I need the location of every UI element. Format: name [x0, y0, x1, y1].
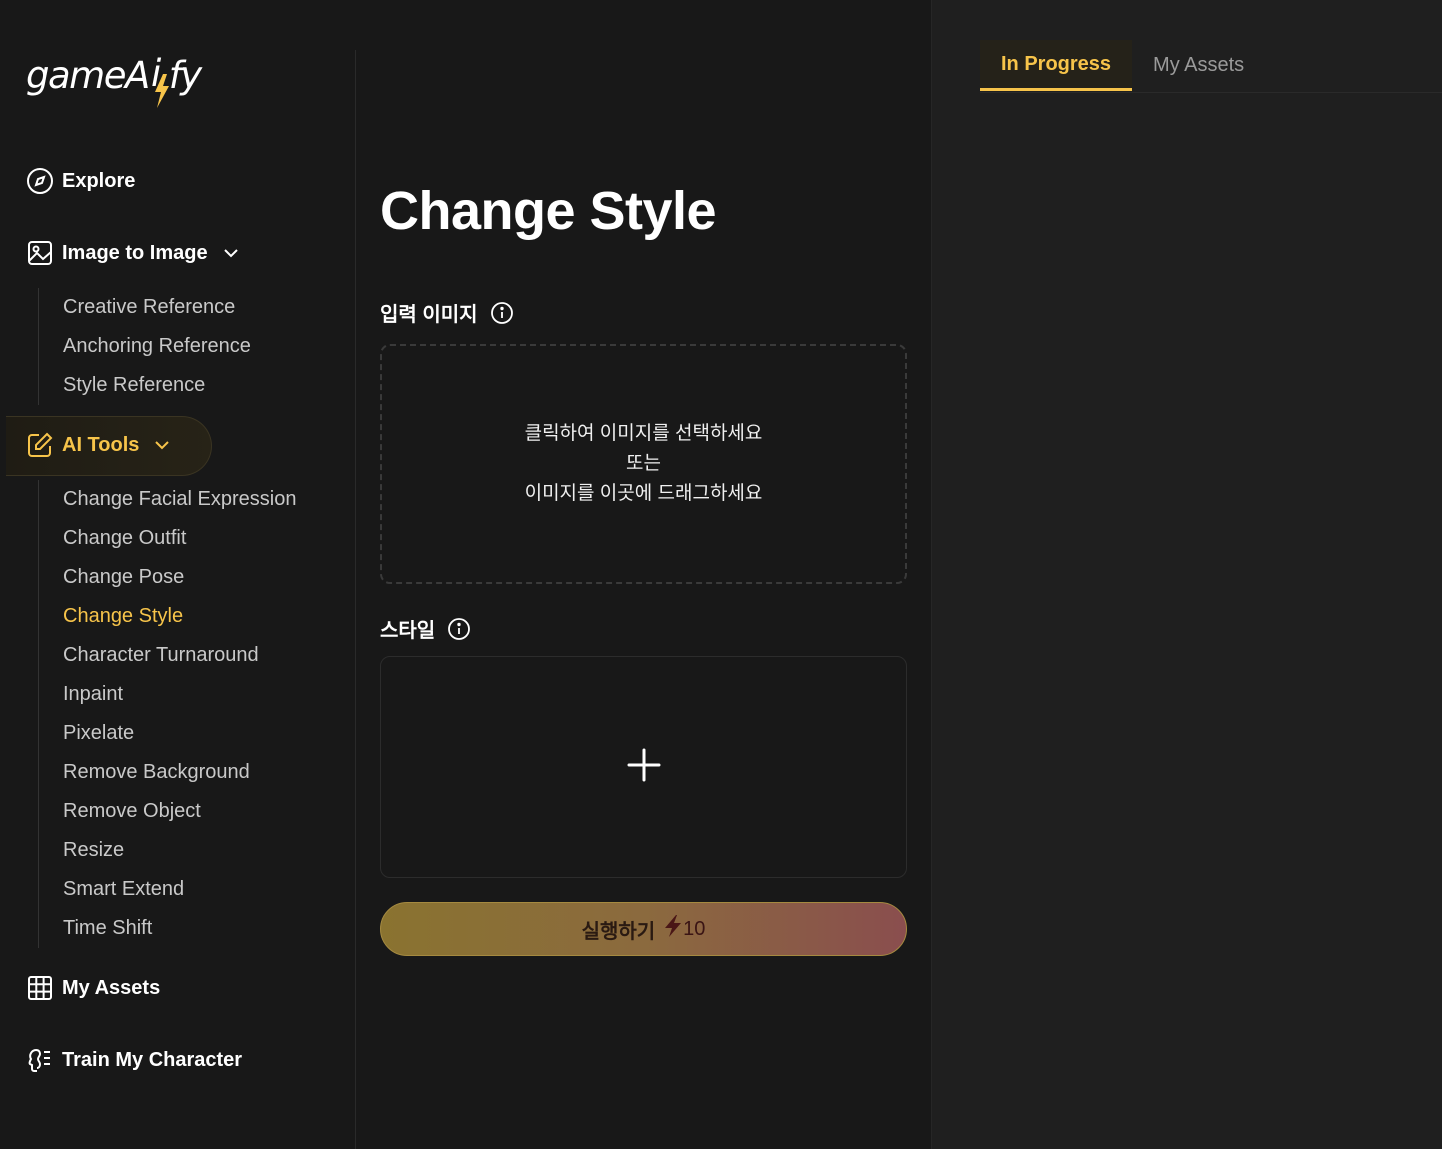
plus-icon: [626, 747, 662, 788]
grid-icon: [26, 974, 54, 1002]
info-icon[interactable]: [447, 617, 471, 641]
subnav-time-shift[interactable]: Time Shift: [39, 909, 296, 948]
credit-cost: 10: [663, 914, 705, 944]
image-dropzone[interactable]: 클릭하여 이미지를 선택하세요 또는 이미지를 이곳에 드래그하세요: [380, 344, 907, 584]
subnav-smart-extend[interactable]: Smart Extend: [39, 870, 296, 909]
nav-my-assets[interactable]: My Assets: [26, 974, 160, 1002]
subnav-inpaint[interactable]: Inpaint: [39, 675, 296, 714]
style-label: 스타일: [380, 620, 436, 642]
nav-image-to-image-label: Image to Image: [62, 241, 208, 264]
subnav-pixelate[interactable]: Pixelate: [39, 714, 296, 753]
right-panel-tabs: In Progress My Assets: [980, 40, 1265, 91]
right-panel: In Progress My Assets: [931, 0, 1442, 1149]
subnav-remove-background[interactable]: Remove Background: [39, 753, 296, 792]
dropzone-line-2: 또는: [626, 453, 661, 474]
logo-bolt-icon: i: [149, 50, 169, 115]
info-icon[interactable]: [490, 301, 514, 325]
tab-in-progress[interactable]: In Progress: [980, 40, 1133, 91]
image-to-image-subnav: Creative Reference Anchoring Reference S…: [38, 288, 251, 405]
character-icon: [26, 1046, 54, 1074]
nav-ai-tools-label: AI Tools: [62, 433, 140, 456]
compass-icon: [26, 167, 54, 195]
logo-text-left: gameA: [26, 54, 150, 97]
main-panel: Change Style 입력 이미지 클릭하여 이미지를 선택하세요 또는 이…: [356, 0, 931, 1149]
bolt-icon: [663, 914, 683, 944]
subnav-style-reference[interactable]: Style Reference: [39, 366, 251, 405]
dropzone-line-3: 이미지를 이곳에 드래그하세요: [524, 483, 763, 504]
image-icon: [26, 239, 54, 267]
ai-tools-subnav: Change Facial Expression Change Outfit C…: [38, 480, 296, 948]
nav-explore-label: Explore: [62, 169, 136, 192]
nav-image-to-image[interactable]: Image to Image: [26, 239, 242, 267]
style-section-label: 스타일: [380, 614, 471, 643]
logo-text-right: fy: [168, 54, 202, 97]
gameaify-logo[interactable]: gameA i fy: [26, 50, 202, 110]
nav-my-assets-label: My Assets: [62, 976, 161, 999]
subnav-change-outfit[interactable]: Change Outfit: [39, 519, 296, 558]
edit-icon: [26, 431, 54, 459]
run-button-label: 실행하기: [581, 920, 656, 943]
dropzone-line-1: 클릭하여 이미지를 선택하세요: [524, 423, 763, 444]
chevron-down-icon: [220, 242, 242, 264]
subnav-change-style[interactable]: Change Style: [39, 597, 296, 636]
credit-cost-value: 10: [683, 917, 706, 940]
add-style-button[interactable]: [380, 656, 907, 878]
subnav-creative-reference[interactable]: Creative Reference: [39, 288, 251, 327]
subnav-change-pose[interactable]: Change Pose: [39, 558, 296, 597]
input-image-label: 입력 이미지: [380, 304, 478, 326]
nav-ai-tools[interactable]: AI Tools: [26, 431, 173, 459]
sidebar: gameA i fy Explore Image to Image Creati…: [0, 0, 356, 1149]
run-button[interactable]: 실행하기 10: [380, 902, 907, 956]
nav-explore[interactable]: Explore: [26, 167, 135, 195]
nav-train-my-character[interactable]: Train My Character: [26, 1046, 242, 1074]
subnav-character-turnaround[interactable]: Character Turnaround: [39, 636, 296, 675]
app-root: gameA i fy Explore Image to Image Creati…: [0, 0, 1442, 1149]
nav-train-label: Train My Character: [62, 1048, 243, 1071]
subnav-remove-object[interactable]: Remove Object: [39, 792, 296, 831]
subnav-change-facial-expression[interactable]: Change Facial Expression: [39, 480, 296, 519]
tab-my-assets[interactable]: My Assets: [1132, 40, 1265, 91]
page-title: Change Style: [380, 181, 717, 241]
input-image-section-label: 입력 이미지: [380, 298, 514, 327]
chevron-down-icon: [151, 434, 173, 456]
subnav-resize[interactable]: Resize: [39, 831, 296, 870]
tabs-divider: [980, 92, 1442, 93]
subnav-anchoring-reference[interactable]: Anchoring Reference: [39, 327, 251, 366]
